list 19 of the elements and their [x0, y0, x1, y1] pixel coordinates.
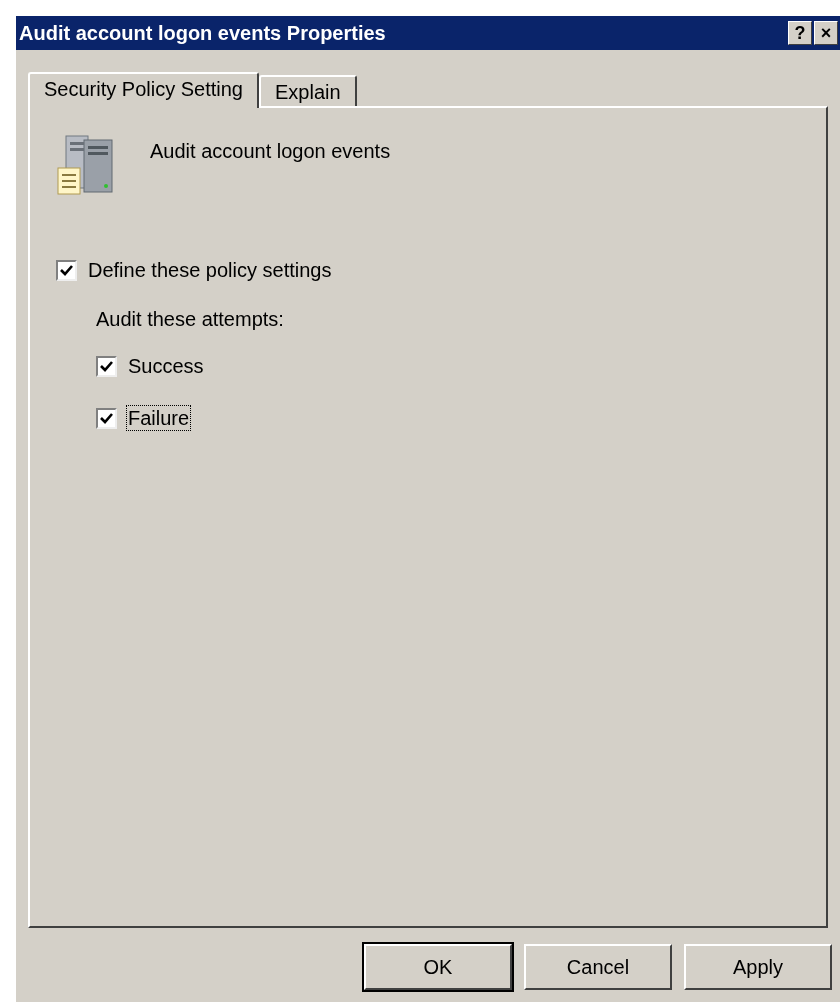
checkbox[interactable]: [56, 259, 77, 281]
close-button[interactable]: ×: [814, 21, 838, 45]
checkbox[interactable]: [96, 407, 117, 429]
tab[interactable]: Explain: [259, 75, 357, 106]
policy-name: Audit account logon events: [150, 139, 391, 164]
help-button[interactable]: ?: [788, 21, 812, 45]
checkbox-label[interactable]: Define these policy settings: [87, 258, 333, 282]
dialog-button[interactable]: Cancel: [524, 944, 672, 990]
checkmark-icon: [100, 360, 113, 372]
dialog-button[interactable]: Apply: [684, 944, 832, 990]
checkbox-label[interactable]: Failure: [127, 406, 191, 430]
checkmark-icon: [100, 412, 113, 424]
checkbox-label[interactable]: Success: [127, 354, 205, 378]
attempts-label: Audit these attempts:: [96, 307, 285, 332]
window-title: Audit account logon events Properties: [19, 21, 386, 46]
checkmark-icon: [60, 264, 73, 276]
checkbox[interactable]: [96, 355, 117, 377]
tab[interactable]: Security Policy Setting: [28, 72, 259, 108]
dialog-button[interactable]: OK: [364, 944, 512, 990]
